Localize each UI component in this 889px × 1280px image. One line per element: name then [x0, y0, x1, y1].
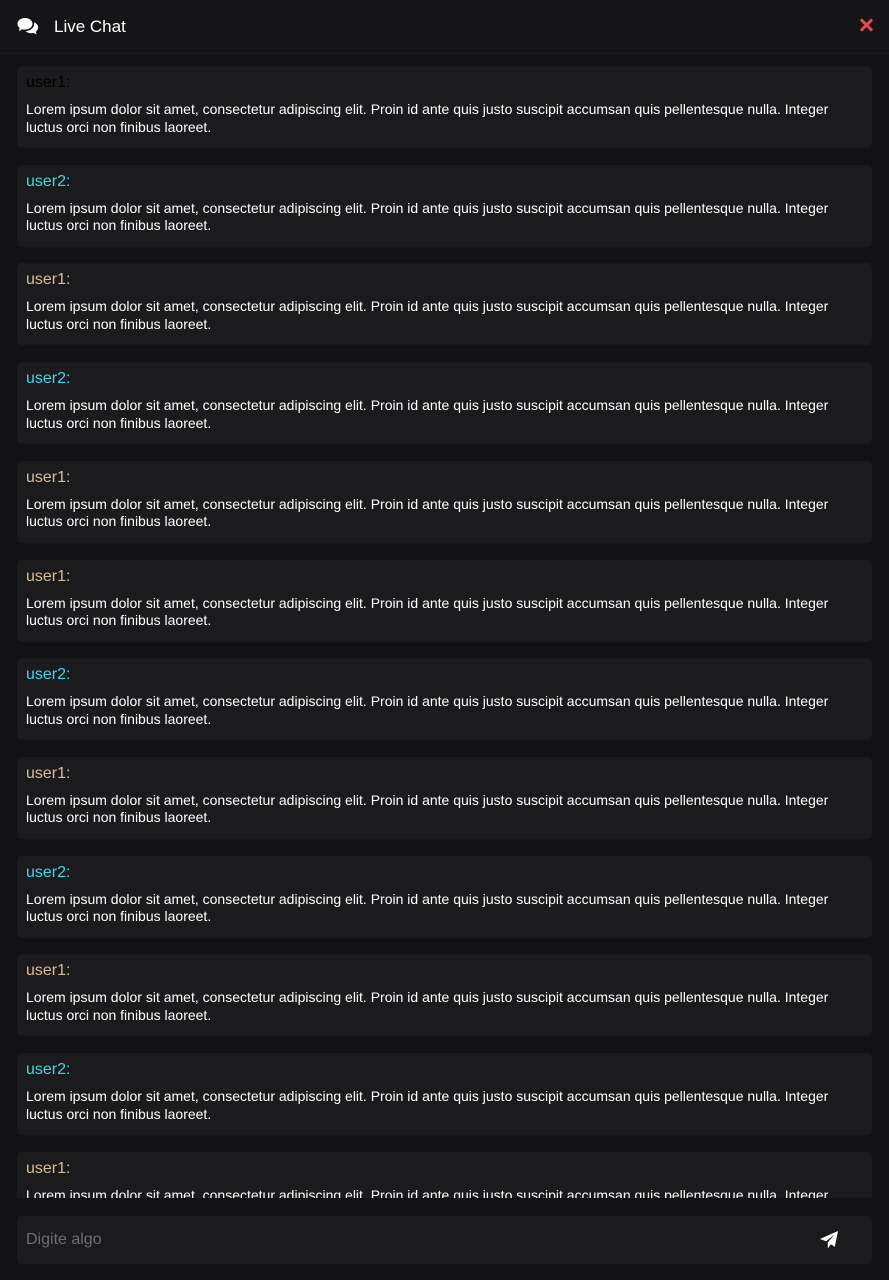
message-text: Lorem ipsum dolor sit amet, consectetur …	[26, 199, 829, 234]
message-username: user2:	[26, 863, 71, 881]
message-text: Lorem ipsum dolor sit amet, consectetur …	[26, 791, 829, 826]
chat-message: user1: Lorem ipsum dolor sit amet, conse…	[17, 460, 872, 543]
message-text: Lorem ipsum dolor sit amet, consectetur …	[26, 298, 829, 332]
message-username: user2:	[26, 370, 71, 388]
chat-message: user1: Lorem ipsum dolor sit amet, conse…	[17, 559, 872, 642]
message-text: Lorem ipsum dolor sit amet, consectetur …	[26, 101, 829, 135]
chat-message: user2: Lorem ipsum dolor sit amet, conse…	[17, 855, 872, 938]
message-list[interactable]: user1: Lorem ipsum dolor sit amet, conse…	[0, 66, 889, 1198]
chat-header: Live Chat	[0, 0, 889, 54]
message-username: user1:	[26, 468, 71, 486]
message-username: user1:	[26, 1159, 71, 1177]
chat-message: user1: Lorem ipsum dolor sit amet, conse…	[17, 756, 872, 839]
paper-plane-icon[interactable]	[819, 1230, 839, 1250]
chat-message: user2: Lorem ipsum dolor sit amet, conse…	[17, 1053, 872, 1135]
message-text: Lorem ipsum dolor sit amet, consectetur …	[26, 890, 829, 925]
message-username: user1:	[26, 567, 71, 585]
chat-title: Live Chat	[54, 17, 126, 36]
message-text: Lorem ipsum dolor sit amet, consectetur …	[26, 594, 829, 629]
message-text: Lorem ipsum dolor sit amet, consectetur …	[26, 495, 829, 530]
message-username: user1:	[26, 74, 71, 91]
message-username: user2:	[26, 1061, 71, 1078]
chat-message: user1: Lorem ipsum dolor sit amet, conse…	[17, 1151, 872, 1198]
message-text: Lorem ipsum dolor sit amet, consectetur …	[26, 397, 829, 431]
chat-message: user2: Lorem ipsum dolor sit amet, conse…	[17, 362, 872, 445]
chat-message: user1: Lorem ipsum dolor sit amet, conse…	[17, 263, 872, 346]
message-username: user2:	[26, 666, 71, 684]
message-username: user1:	[26, 962, 71, 980]
chat-message: user1: Lorem ipsum dolor sit amet, conse…	[17, 66, 872, 148]
close-icon[interactable]	[859, 17, 873, 33]
chat-message: user1: Lorem ipsum dolor sit amet, conse…	[17, 954, 872, 1037]
message-input[interactable]	[17, 1216, 797, 1264]
message-username: user1:	[26, 764, 71, 782]
comments-icon	[17, 17, 39, 35]
message-username: user1:	[26, 271, 71, 289]
chat-message: user2: Lorem ipsum dolor sit amet, conse…	[17, 658, 872, 741]
message-username: user2:	[26, 172, 71, 190]
message-text: Lorem ipsum dolor sit amet, consectetur …	[26, 693, 829, 727]
chat-message: user2: Lorem ipsum dolor sit amet, conse…	[17, 164, 872, 247]
message-text: Lorem ipsum dolor sit amet, consectetur …	[26, 1186, 829, 1198]
message-composer	[17, 1216, 872, 1264]
message-text: Lorem ipsum dolor sit amet, consectetur …	[26, 989, 829, 1023]
message-text: Lorem ipsum dolor sit amet, consectetur …	[26, 1088, 829, 1122]
